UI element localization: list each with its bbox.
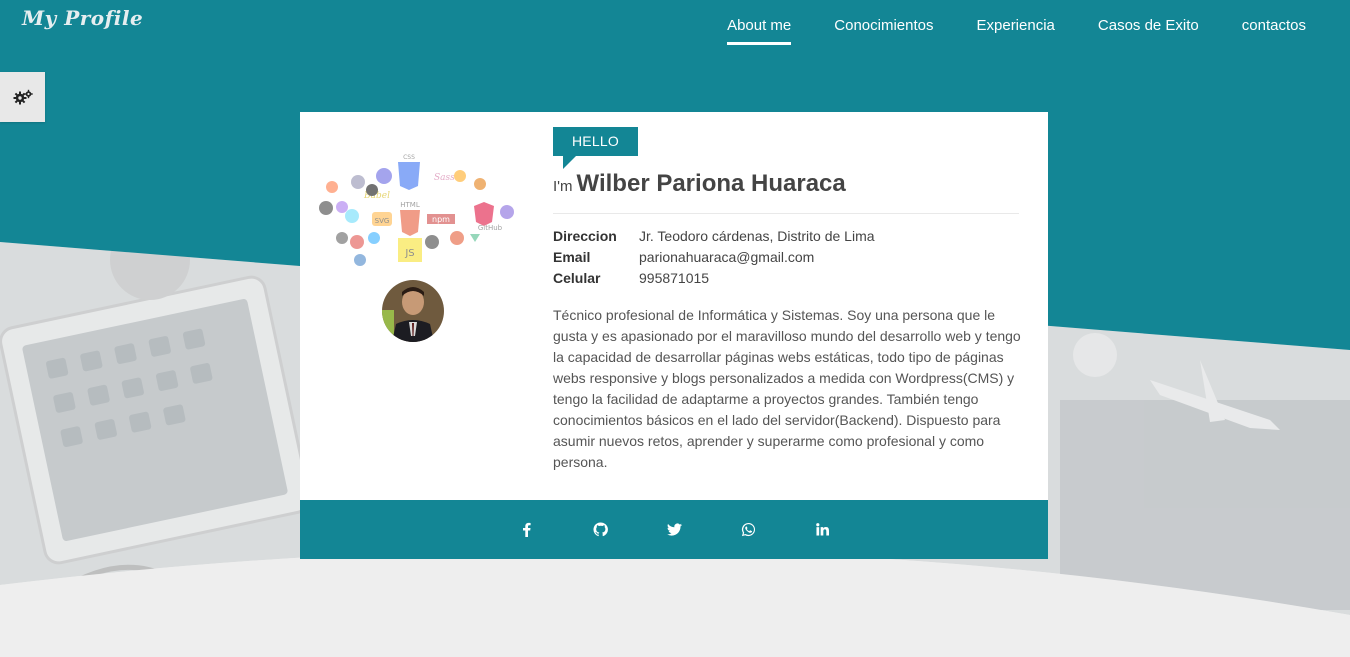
css-label: CSS bbox=[403, 154, 415, 161]
profile-left-column: CSS HTML npm GitHub JS Sass SVG Babel bbox=[300, 112, 530, 500]
info-value[interactable]: parionahuaraca@gmail.com bbox=[639, 249, 814, 270]
info-row-phone: Celular 995871015 bbox=[553, 270, 875, 291]
profile-card: CSS HTML npm GitHub JS Sass SVG Babel HE… bbox=[300, 112, 1048, 559]
hello-badge: HELLO bbox=[553, 127, 638, 156]
nav-experiencia[interactable]: Experiencia bbox=[977, 16, 1055, 45]
tech-logos-cloud: CSS HTML npm GitHub JS Sass SVG Babel bbox=[319, 154, 514, 266]
linkedin-icon[interactable] bbox=[810, 518, 834, 542]
nav-contactos[interactable]: contactos bbox=[1242, 16, 1306, 45]
im-prefix: I'm bbox=[553, 178, 573, 195]
nav-casos-de-exito[interactable]: Casos de Exito bbox=[1098, 16, 1199, 45]
npm-label: npm bbox=[432, 215, 450, 224]
whatsapp-icon[interactable] bbox=[736, 518, 760, 542]
info-label: Direccion bbox=[553, 228, 617, 244]
contact-info: Direccion Jr. Teodoro cárdenas, Distrito… bbox=[553, 228, 875, 291]
nav-conocimientos[interactable]: Conocimientos bbox=[834, 16, 933, 45]
social-bar bbox=[300, 500, 1048, 559]
main-nav: About me Conocimientos Experiencia Casos… bbox=[727, 16, 1306, 45]
profile-bio: Técnico profesional de Informática y Sis… bbox=[553, 307, 1021, 470]
facebook-icon[interactable] bbox=[514, 518, 538, 542]
nav-about-me[interactable]: About me bbox=[727, 16, 792, 45]
js-label: JS bbox=[404, 248, 414, 259]
svg-label: SVG bbox=[375, 217, 390, 225]
settings-button[interactable] bbox=[0, 72, 45, 122]
profile-name: Wilber Pariona Huaraca bbox=[576, 170, 846, 197]
gears-icon bbox=[13, 89, 33, 105]
info-value: 995871015 bbox=[639, 270, 710, 286]
twitter-icon[interactable] bbox=[662, 518, 686, 542]
info-label: Email bbox=[553, 249, 591, 265]
hello-badge-tail bbox=[563, 155, 577, 169]
github-label: GitHub bbox=[478, 224, 503, 232]
site-logo[interactable]: My Profile bbox=[22, 6, 143, 30]
info-value: Jr. Teodoro cárdenas, Distrito de Lima bbox=[639, 228, 875, 244]
github-icon[interactable] bbox=[588, 518, 612, 542]
profile-avatar bbox=[382, 280, 444, 342]
sass-label: Sass bbox=[434, 173, 455, 183]
info-row-email: Email parionahuaraca@gmail.com bbox=[553, 249, 875, 270]
info-label: Celular bbox=[553, 270, 601, 286]
html-label: HTML bbox=[400, 201, 420, 209]
divider bbox=[553, 213, 1019, 214]
info-row-address: Direccion Jr. Teodoro cárdenas, Distrito… bbox=[553, 228, 875, 249]
profile-heading: I'm Wilber Pariona Huaraca bbox=[553, 170, 846, 198]
top-navbar: My Profile About me Conocimientos Experi… bbox=[0, 0, 1350, 70]
